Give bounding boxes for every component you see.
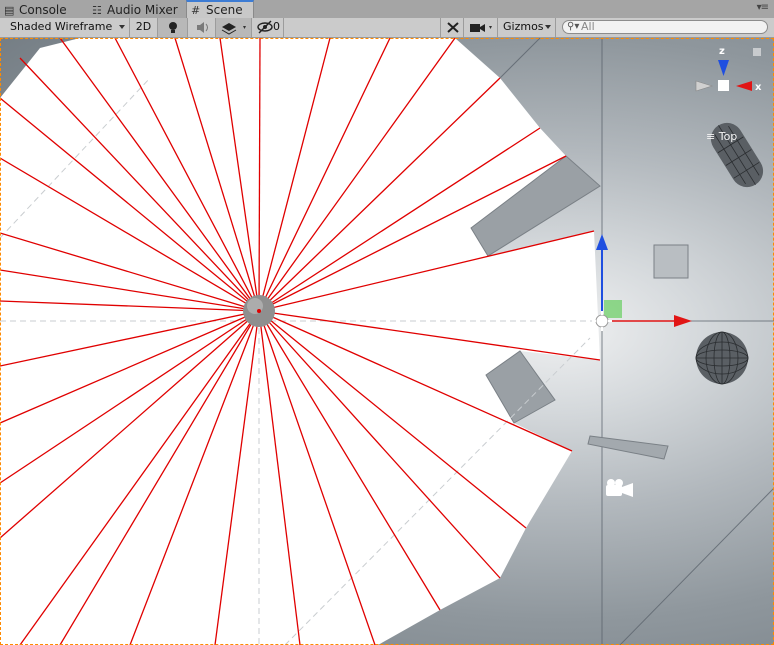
tab-console-label: Console [19, 3, 67, 17]
tool-settings-button[interactable] [440, 18, 464, 37]
gizmos-label: Gizmos [503, 20, 544, 33]
effects-layers-icon [221, 23, 246, 35]
gizmo-z-cone [718, 60, 729, 76]
wireframe-sphere[interactable] [695, 331, 749, 385]
hidden-objects-toggle[interactable]: 0 [252, 18, 284, 37]
hidden-count: 0 [273, 20, 280, 33]
gizmo-x-label: x [755, 82, 762, 93]
scene-camera-dropdown[interactable] [464, 18, 498, 37]
xz-plane-handle [604, 300, 622, 318]
scene-search-input[interactable]: ⚲▾ All [562, 20, 768, 34]
light-source-icon [595, 314, 609, 328]
scene-audio-toggle[interactable] [188, 18, 216, 37]
speaker-icon [197, 22, 208, 33]
x-axis-handle [674, 315, 692, 327]
gizmo-z-label: z [719, 46, 725, 57]
ray-fan-mesh[interactable] [0, 38, 600, 645]
ray-origin-sphere[interactable] [243, 295, 275, 327]
draw-mode-dropdown[interactable]: Shaded Wireframe [0, 18, 130, 37]
unity-editor-window: ▤ Console ☷ Audio Mixer # Scene ▾≡ Shaded W… [0, 0, 774, 645]
video-camera-icon [470, 24, 492, 32]
tab-audio-mixer-label: Audio Mixer [107, 3, 178, 17]
tab-bar: ▤ Console ☷ Audio Mixer # Scene ▾≡ [0, 0, 774, 19]
chevron-down-icon [119, 25, 125, 29]
eye-slash-icon [257, 20, 273, 34]
view-mode-text: Top [718, 130, 738, 143]
tab-audio-mixer[interactable]: ☷ Audio Mixer [88, 2, 186, 18]
2d-toggle-label: 2D [135, 20, 152, 33]
console-icon: ▤ [4, 4, 15, 17]
box-right [653, 244, 689, 279]
view-mode-label[interactable]: ≡ Top [706, 130, 737, 143]
scene-viewport[interactable]: z x ≡ Top [0, 38, 774, 645]
2d-toggle-button[interactable]: 2D [130, 18, 158, 37]
plank [587, 435, 669, 460]
tab-options-menu-icon[interactable]: ▾≡ [757, 2, 769, 13]
audio-mixer-icon: ☷ [92, 4, 102, 17]
z-axis-handle [596, 234, 608, 250]
gizmos-dropdown[interactable]: Gizmos [498, 18, 556, 37]
search-placeholder: All [581, 20, 595, 33]
scene-effects-dropdown[interactable] [216, 18, 252, 37]
gizmo-center-cube [718, 80, 729, 91]
lightbulb-icon [169, 22, 177, 33]
draw-mode-label: Shaded Wireframe [10, 20, 113, 33]
gizmo-negx-cone [695, 80, 714, 92]
tools-crossed-icon [447, 22, 459, 33]
camera-icon[interactable] [606, 479, 633, 497]
scene-canvas[interactable]: z x ≡ Top [0, 38, 774, 645]
gizmo-x-cone [736, 81, 752, 91]
scene-toolbar: Shaded Wireframe 2D 0 Gizmos ⚲▾ All [0, 18, 774, 38]
orientation-gizmo[interactable] [695, 48, 761, 92]
lock-icon [753, 48, 761, 56]
scene-lighting-toggle[interactable] [158, 18, 188, 37]
tab-scene[interactable]: # Scene [186, 0, 254, 19]
wireframe-capsule[interactable] [705, 117, 769, 193]
scene-grid-icon: # [191, 4, 201, 17]
tab-scene-label: Scene [206, 3, 243, 17]
search-icon: ⚲▾ [567, 21, 580, 32]
tab-console[interactable]: ▤ Console [0, 2, 86, 18]
chevron-down-icon [545, 25, 551, 29]
